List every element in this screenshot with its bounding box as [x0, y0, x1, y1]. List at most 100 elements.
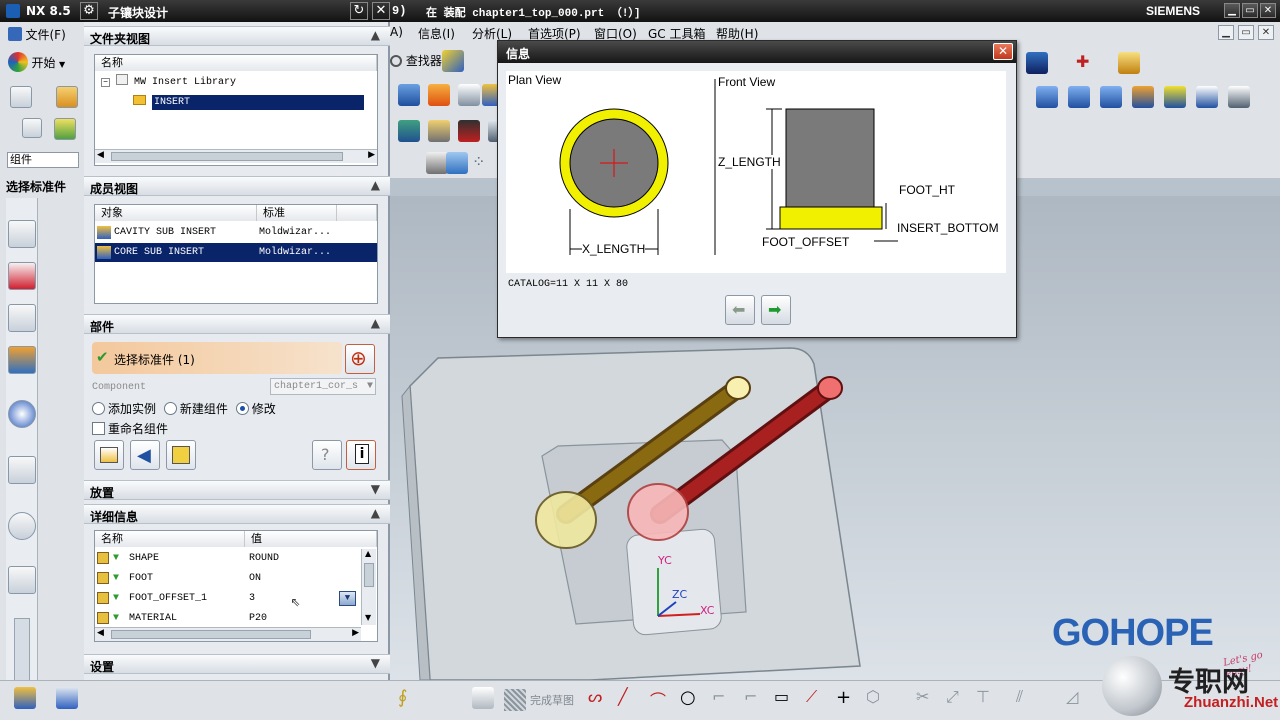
details-column-value[interactable]: 值	[245, 531, 377, 547]
freeform-icon[interactable]	[1132, 86, 1154, 108]
open-book-icon[interactable]	[56, 86, 78, 108]
tree-item-insert[interactable]: INSERT	[95, 93, 377, 112]
folder-view-header[interactable]: 文件夹视图 ▲	[84, 26, 390, 46]
rename-component-checkbox[interactable]: 重命名组件	[92, 420, 168, 437]
corner-icon[interactable]: ⊤	[976, 687, 998, 709]
finder-button[interactable]: 查找器	[390, 52, 442, 69]
details-header[interactable]: 详细信息 ▲	[84, 504, 390, 524]
paperclip-icon[interactable]: ∮	[398, 687, 420, 709]
face-icon[interactable]	[428, 84, 450, 106]
member-row-core[interactable]: CORE SUB INSERT Moldwizar...	[95, 243, 377, 262]
check-icon[interactable]	[54, 118, 76, 140]
folder-scrollbar[interactable]: ◀ ▶	[95, 149, 377, 163]
value-dropdown-button[interactable]: ▼	[339, 591, 356, 606]
assembly-icon[interactable]	[22, 118, 42, 138]
shaded-cube-icon[interactable]	[446, 152, 468, 174]
folder-tree[interactable]: 名称 − MW Insert Library INSERT ◀ ▶	[94, 54, 378, 166]
parting-icon[interactable]	[428, 120, 450, 142]
info-button[interactable]: i	[346, 440, 376, 470]
doc-minimize-button[interactable]: ▁	[1218, 25, 1234, 40]
info-close-button[interactable]: ✕	[993, 43, 1013, 60]
point-icon[interactable]: +	[836, 687, 858, 709]
start-button[interactable]: 开始 ▼	[8, 52, 65, 72]
system-materials-icon[interactable]	[8, 566, 36, 594]
close-button[interactable]: ✕	[1260, 3, 1276, 18]
restore-button[interactable]: ▭	[1242, 3, 1258, 18]
details-vscrollbar[interactable]: ▲ ▼	[361, 549, 376, 625]
snap-icon[interactable]	[442, 50, 464, 72]
member-column-standard[interactable]: 标准	[257, 205, 337, 221]
profile-icon[interactable]: ᔕ	[588, 687, 610, 709]
next-button[interactable]: ➡	[761, 295, 791, 325]
line-icon[interactable]: ╱	[618, 687, 640, 709]
member-column-object[interactable]: 对象	[95, 205, 257, 221]
flip-button[interactable]: ◀	[130, 440, 160, 470]
info-icon[interactable]	[8, 400, 36, 428]
sheet-icon[interactable]	[458, 84, 480, 106]
curve-icon[interactable]	[1196, 86, 1218, 108]
doc-close-button[interactable]: ✕	[1258, 25, 1274, 40]
folder-column-name[interactable]: 名称	[95, 55, 377, 71]
radio-add-instance[interactable]: 添加实例	[92, 402, 156, 416]
fillet-icon[interactable]: ⌐	[712, 687, 734, 709]
menu-info[interactable]: 信息(I)	[418, 25, 455, 42]
cavity-icon[interactable]	[458, 120, 480, 142]
offset-icon[interactable]: ⫽	[1016, 687, 1038, 709]
selection-filter[interactable]: 组件	[7, 152, 79, 168]
measure-icon[interactable]	[1118, 52, 1140, 74]
component-select[interactable]: chapter1_cor_s ▼	[270, 378, 376, 395]
circle-icon[interactable]: ○	[680, 687, 702, 709]
assembly-navigator-icon[interactable]	[8, 220, 36, 248]
member-column-extra[interactable]	[337, 205, 377, 221]
sketch-icon[interactable]	[472, 687, 494, 709]
details-row[interactable]: ▼ MATERIAL P20	[95, 609, 377, 628]
dialog-gear-icon[interactable]: ⚙	[80, 2, 98, 20]
radio-new-component[interactable]: 新建组件	[163, 402, 228, 416]
mirror-icon[interactable]: ◿	[1066, 687, 1088, 709]
dialog-close-icon[interactable]: ✕	[372, 2, 390, 20]
reset-icon[interactable]: ↻	[350, 2, 368, 20]
details-hscrollbar[interactable]: ◀ ▶	[95, 627, 361, 641]
radio-modify[interactable]: 修改	[235, 402, 276, 416]
finish-sketch-icon[interactable]	[504, 689, 526, 711]
member-view-header[interactable]: 成员视图 ▲	[84, 176, 390, 196]
member-row-cavity[interactable]: CAVITY SUB INSERT Moldwizar...	[95, 223, 377, 242]
tree-collapse-icon[interactable]: −	[101, 78, 110, 87]
select-crosshair-button[interactable]: ⊕	[345, 344, 375, 374]
details-table[interactable]: 名称 值 ▼ SHAPE ROUND ▼ FOOT ON ▼ FOOT_OFFS…	[94, 530, 378, 642]
previous-button[interactable]: ⬅	[725, 295, 755, 325]
mesh-icon-3[interactable]	[1100, 86, 1122, 108]
placement-header[interactable]: 放置 ▼	[84, 480, 390, 500]
reposition-button[interactable]	[94, 440, 124, 470]
mesh-icon-2[interactable]	[1068, 86, 1090, 108]
details-row[interactable]: ▼ FOOT ON	[95, 569, 377, 588]
render-icon[interactable]	[1228, 86, 1250, 108]
surface-icon[interactable]	[398, 84, 420, 106]
history-clock-icon[interactable]	[8, 512, 36, 540]
part-navigator-icon[interactable]	[8, 304, 36, 332]
settings-header[interactable]: 设置 ▼	[84, 654, 390, 674]
details-column-name[interactable]: 名称	[95, 531, 245, 547]
member-list[interactable]: 对象 标准 CAVITY SUB INSERT Moldwizar... COR…	[94, 204, 378, 304]
trim-icon[interactable]: ✂	[916, 687, 938, 709]
sweep-icon[interactable]	[1164, 86, 1186, 108]
mesh-icon-1[interactable]	[1036, 86, 1058, 108]
view-arrow-icon[interactable]	[1026, 52, 1048, 74]
menu-fragment-tools[interactable]: A)	[390, 25, 403, 39]
arc-icon[interactable]: ⌒	[650, 687, 672, 710]
mold-icon[interactable]	[398, 120, 420, 142]
chamfer-icon[interactable]: ⌐	[744, 687, 766, 709]
web-browser-icon[interactable]	[8, 456, 36, 484]
menu-file[interactable]: 文件(F)	[8, 26, 66, 43]
details-row[interactable]: ▼ FOOT_OFFSET_1 3 ▼ ⇖	[95, 589, 377, 611]
polygon-icon[interactable]: ⬡	[866, 687, 888, 709]
finish-sketch-label[interactable]: 完成草图	[530, 692, 574, 708]
extend-icon[interactable]: ⤢	[946, 687, 968, 709]
rectangle-icon[interactable]: ▭	[774, 687, 796, 709]
details-row[interactable]: ▼ SHAPE ROUND	[95, 549, 377, 568]
part-header[interactable]: 部件 ▲	[84, 314, 390, 334]
reuse-library-icon[interactable]	[8, 346, 36, 374]
doc-restore-button[interactable]: ▭	[1238, 25, 1254, 40]
help-button[interactable]: ?	[312, 440, 342, 470]
delete-component-button[interactable]	[166, 440, 196, 470]
